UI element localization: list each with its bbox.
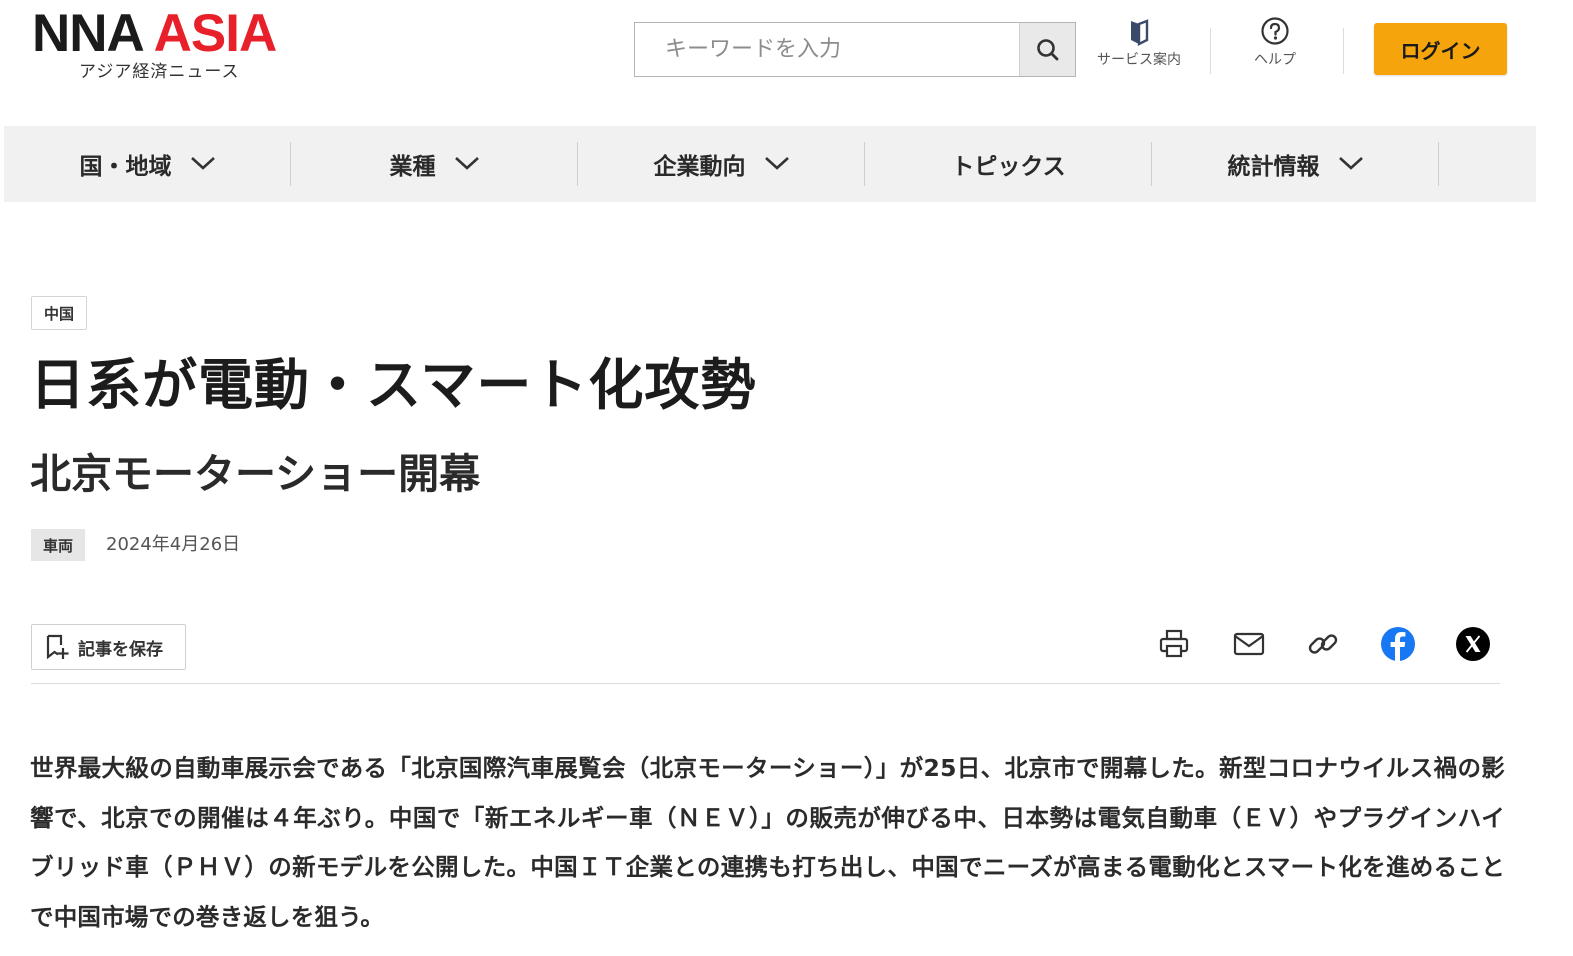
service-guide-label: サービス案内: [1097, 52, 1181, 68]
chevron-down-icon: [1338, 151, 1364, 177]
save-article-label: 記事を保存: [78, 639, 163, 660]
facebook-icon: [1381, 627, 1415, 661]
search-input[interactable]: [635, 23, 1021, 76]
main-nav: 国・地域 業種 企業動向 トピックス 統計情報: [4, 126, 1536, 202]
search-box: [634, 22, 1076, 77]
x-icon: [1456, 627, 1490, 661]
copy-link-button[interactable]: [1304, 625, 1342, 663]
article-subtitle: 北京モーターショー開幕: [30, 450, 481, 498]
logo-tagline: アジア経済ニュース: [79, 62, 240, 82]
nav-item-label: トピックス: [951, 154, 1066, 180]
print-button[interactable]: [1155, 625, 1193, 663]
header-divider: [1210, 28, 1211, 74]
link-icon: [1308, 634, 1338, 654]
help-icon: [1261, 17, 1289, 45]
chevron-down-icon: [190, 151, 216, 177]
service-guide-link[interactable]: サービス案内: [1097, 16, 1181, 69]
chevron-down-icon: [764, 151, 790, 177]
logo-wordmark: NNA ASIA: [32, 4, 278, 63]
print-icon: [1159, 629, 1189, 658]
nav-item-label: 統計情報: [1227, 154, 1320, 180]
article-divider: [31, 683, 1500, 684]
bookmark-add-icon: [46, 634, 69, 660]
nav-item-industry[interactable]: 業種: [291, 126, 578, 202]
login-button[interactable]: ログイン: [1374, 23, 1507, 75]
book-icon: [1131, 19, 1149, 46]
save-article-button[interactable]: 記事を保存: [31, 624, 186, 670]
help-label: ヘルプ: [1254, 52, 1296, 68]
nav-item-statistics[interactable]: 統計情報: [1152, 126, 1439, 202]
article-lead: 世界最大級の自動車展示会である「北京国際汽車展覧会（北京モーターショー）」が25…: [30, 754, 1505, 931]
mail-icon: [1233, 632, 1265, 656]
category-tag[interactable]: 車両: [31, 529, 86, 561]
header-divider: [1343, 28, 1344, 74]
article-date: 2024年4月26日: [106, 534, 241, 555]
article-title: 日系が電動・スマート化攻勢: [30, 353, 757, 417]
mail-share-button[interactable]: [1230, 625, 1268, 663]
nav-item-label: 業種: [389, 154, 436, 180]
x-share-button[interactable]: [1454, 625, 1492, 663]
site-logo[interactable]: NNA ASIA アジア経済ニュース: [32, 4, 278, 83]
logo-nna: NNA: [32, 4, 143, 63]
search-button[interactable]: [1019, 23, 1075, 76]
nav-item-region[interactable]: 国・地域: [4, 126, 291, 202]
facebook-share-button[interactable]: [1379, 625, 1417, 663]
nav-item-label: 企業動向: [653, 154, 746, 180]
nav-item-company[interactable]: 企業動向: [578, 126, 865, 202]
nav-item-label: 国・地域: [79, 154, 172, 180]
help-link[interactable]: ヘルプ: [1254, 16, 1296, 69]
logo-asia: ASIA: [153, 4, 278, 63]
region-tag[interactable]: 中国: [31, 296, 88, 330]
search-icon: [1036, 38, 1058, 60]
chevron-down-icon: [454, 151, 480, 177]
nav-item-topics[interactable]: トピックス: [865, 126, 1152, 202]
